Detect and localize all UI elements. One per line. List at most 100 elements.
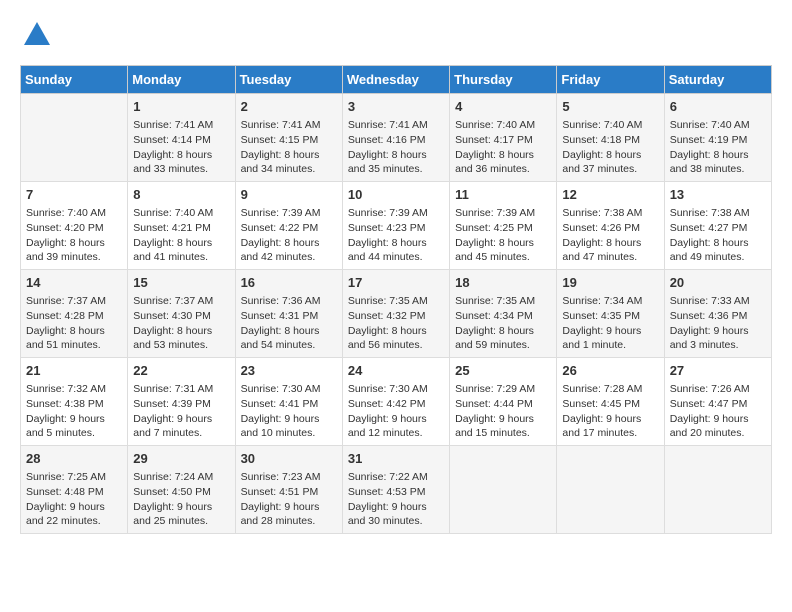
calendar-cell-w0-d0	[21, 94, 128, 182]
day-info: Sunrise: 7:40 AM Sunset: 4:19 PM Dayligh…	[670, 118, 766, 177]
day-info: Sunrise: 7:35 AM Sunset: 4:32 PM Dayligh…	[348, 294, 444, 353]
day-number: 19	[562, 274, 658, 292]
calendar-cell-w3-d1: 22 Sunrise: 7:31 AM Sunset: 4:39 PM Dayli…	[128, 358, 235, 446]
day-info: Sunrise: 7:39 AM Sunset: 4:22 PM Dayligh…	[241, 206, 337, 265]
calendar-cell-w2-d1: 15Sunrise: 7:37 AM Sunset: 4:30 PM Dayli…	[128, 270, 235, 358]
day-info: Sunrise: 7:40 AM Sunset: 4:20 PM Dayligh…	[26, 206, 122, 265]
calendar-cell-w2-d4: 18 Sunrise: 7:35 AM Sunset: 4:34 PM Dayli…	[450, 270, 557, 358]
day-number: 3	[348, 98, 444, 116]
calendar-cell-w1-d4: 11 Sunrise: 7:39 AM Sunset: 4:25 PM Dayli…	[450, 182, 557, 270]
day-number: 4	[455, 98, 551, 116]
calendar-cell-w2-d6: 20 Sunrise: 7:33 AM Sunset: 4:36 PM Dayli…	[664, 270, 771, 358]
day-number: 20	[670, 274, 766, 292]
day-header-friday: Friday	[557, 66, 664, 94]
day-info: Sunrise: 7:39 AM Sunset: 4:23 PM Dayligh…	[348, 206, 444, 265]
day-number: 22	[133, 362, 229, 380]
calendar-cell-w1-d1: 8 Sunrise: 7:40 AM Sunset: 4:21 PM Daylig…	[128, 182, 235, 270]
day-number: 9	[241, 186, 337, 204]
calendar-cell-w3-d2: 23Sunrise: 7:30 AM Sunset: 4:41 PM Dayli…	[235, 358, 342, 446]
day-info: Sunrise: 7:31 AM Sunset: 4:39 PM Dayligh…	[133, 382, 229, 441]
calendar-cell-w4-d6	[664, 445, 771, 533]
day-info: Sunrise: 7:30 AM Sunset: 4:42 PM Dayligh…	[348, 382, 444, 441]
day-number: 14	[26, 274, 122, 292]
day-number: 11	[455, 186, 551, 204]
calendar-cell-w2-d0: 14 Sunrise: 7:37 AM Sunset: 4:28 PM Dayli…	[21, 270, 128, 358]
day-number: 6	[670, 98, 766, 116]
day-info: Sunrise: 7:29 AM Sunset: 4:44 PM Dayligh…	[455, 382, 551, 441]
calendar-cell-w1-d5: 12 Sunrise: 7:38 AM Sunset: 4:26 PM Dayli…	[557, 182, 664, 270]
day-info: Sunrise: 7:24 AM Sunset: 4:50 PM Dayligh…	[133, 470, 229, 529]
calendar-cell-w1-d0: 7 Sunrise: 7:40 AM Sunset: 4:20 PM Daylig…	[21, 182, 128, 270]
calendar-cell-w4-d2: 30 Sunrise: 7:23 AM Sunset: 4:51 PM Dayli…	[235, 445, 342, 533]
day-info: Sunrise: 7:41 AM Sunset: 4:14 PM Dayligh…	[133, 118, 229, 177]
calendar-cell-w4-d3: 31 Sunrise: 7:22 AM Sunset: 4:53 PM Dayli…	[342, 445, 449, 533]
day-number: 13	[670, 186, 766, 204]
day-info: Sunrise: 7:37 AM Sunset: 4:28 PM Dayligh…	[26, 294, 122, 353]
day-number: 8	[133, 186, 229, 204]
calendar-table: SundayMondayTuesdayWednesdayThursdayFrid…	[20, 65, 772, 534]
day-number: 10	[348, 186, 444, 204]
day-info: Sunrise: 7:26 AM Sunset: 4:47 PM Dayligh…	[670, 382, 766, 441]
day-number: 25	[455, 362, 551, 380]
day-number: 28	[26, 450, 122, 468]
day-header-thursday: Thursday	[450, 66, 557, 94]
day-info: Sunrise: 7:38 AM Sunset: 4:26 PM Dayligh…	[562, 206, 658, 265]
day-info: Sunrise: 7:32 AM Sunset: 4:38 PM Dayligh…	[26, 382, 122, 441]
day-number: 16	[241, 274, 337, 292]
day-number: 24	[348, 362, 444, 380]
day-info: Sunrise: 7:35 AM Sunset: 4:34 PM Dayligh…	[455, 294, 551, 353]
calendar-cell-w4-d1: 29 Sunrise: 7:24 AM Sunset: 4:50 PM Dayli…	[128, 445, 235, 533]
day-number: 1	[133, 98, 229, 116]
calendar-cell-w1-d3: 10 Sunrise: 7:39 AM Sunset: 4:23 PM Dayli…	[342, 182, 449, 270]
day-number: 27	[670, 362, 766, 380]
day-header-wednesday: Wednesday	[342, 66, 449, 94]
day-info: Sunrise: 7:23 AM Sunset: 4:51 PM Dayligh…	[241, 470, 337, 529]
calendar-cell-w2-d3: 17 Sunrise: 7:35 AM Sunset: 4:32 PM Dayli…	[342, 270, 449, 358]
day-info: Sunrise: 7:28 AM Sunset: 4:45 PM Dayligh…	[562, 382, 658, 441]
calendar-cell-w2-d2: 16 Sunrise: 7:36 AM Sunset: 4:31 PM Dayli…	[235, 270, 342, 358]
logo-icon	[22, 20, 52, 50]
day-info: Sunrise: 7:40 AM Sunset: 4:17 PM Dayligh…	[455, 118, 551, 177]
day-number: 15	[133, 274, 229, 292]
day-info: Sunrise: 7:41 AM Sunset: 4:16 PM Dayligh…	[348, 118, 444, 177]
day-number: 21	[26, 362, 122, 380]
day-header-tuesday: Tuesday	[235, 66, 342, 94]
calendar-cell-w2-d5: 19Sunrise: 7:34 AM Sunset: 4:35 PM Dayli…	[557, 270, 664, 358]
day-number: 18	[455, 274, 551, 292]
day-number: 31	[348, 450, 444, 468]
calendar-cell-w3-d6: 27 Sunrise: 7:26 AM Sunset: 4:47 PM Dayli…	[664, 358, 771, 446]
day-info: Sunrise: 7:40 AM Sunset: 4:21 PM Dayligh…	[133, 206, 229, 265]
calendar-cell-w3-d0: 21 Sunrise: 7:32 AM Sunset: 4:38 PM Dayli…	[21, 358, 128, 446]
calendar-cell-w4-d0: 28Sunrise: 7:25 AM Sunset: 4:48 PM Dayli…	[21, 445, 128, 533]
day-info: Sunrise: 7:41 AM Sunset: 4:15 PM Dayligh…	[241, 118, 337, 177]
day-info: Sunrise: 7:33 AM Sunset: 4:36 PM Dayligh…	[670, 294, 766, 353]
day-number: 29	[133, 450, 229, 468]
day-info: Sunrise: 7:30 AM Sunset: 4:41 PM Dayligh…	[241, 382, 337, 441]
day-number: 17	[348, 274, 444, 292]
calendar-cell-w0-d6: 6 Sunrise: 7:40 AM Sunset: 4:19 PM Daylig…	[664, 94, 771, 182]
day-info: Sunrise: 7:40 AM Sunset: 4:18 PM Dayligh…	[562, 118, 658, 177]
logo	[20, 20, 52, 55]
day-number: 30	[241, 450, 337, 468]
day-info: Sunrise: 7:22 AM Sunset: 4:53 PM Dayligh…	[348, 470, 444, 529]
day-number: 7	[26, 186, 122, 204]
calendar-cell-w4-d5	[557, 445, 664, 533]
calendar-cell-w3-d4: 25 Sunrise: 7:29 AM Sunset: 4:44 PM Dayli…	[450, 358, 557, 446]
day-number: 5	[562, 98, 658, 116]
day-number: 12	[562, 186, 658, 204]
calendar-cell-w0-d2: 2 Sunrise: 7:41 AM Sunset: 4:15 PM Daylig…	[235, 94, 342, 182]
day-header-saturday: Saturday	[664, 66, 771, 94]
calendar-cell-w3-d5: 26 Sunrise: 7:28 AM Sunset: 4:45 PM Dayli…	[557, 358, 664, 446]
day-number: 2	[241, 98, 337, 116]
calendar-cell-w0-d4: 4 Sunrise: 7:40 AM Sunset: 4:17 PM Daylig…	[450, 94, 557, 182]
calendar-cell-w3-d3: 24 Sunrise: 7:30 AM Sunset: 4:42 PM Dayli…	[342, 358, 449, 446]
calendar-cell-w1-d2: 9 Sunrise: 7:39 AM Sunset: 4:22 PM Daylig…	[235, 182, 342, 270]
day-number: 26	[562, 362, 658, 380]
day-header-sunday: Sunday	[21, 66, 128, 94]
day-header-monday: Monday	[128, 66, 235, 94]
day-info: Sunrise: 7:39 AM Sunset: 4:25 PM Dayligh…	[455, 206, 551, 265]
day-info: Sunrise: 7:36 AM Sunset: 4:31 PM Dayligh…	[241, 294, 337, 353]
calendar-cell-w0-d3: 3 Sunrise: 7:41 AM Sunset: 4:16 PM Daylig…	[342, 94, 449, 182]
calendar-cell-w0-d1: 1 Sunrise: 7:41 AM Sunset: 4:14 PM Daylig…	[128, 94, 235, 182]
calendar-cell-w1-d6: 13Sunrise: 7:38 AM Sunset: 4:27 PM Dayli…	[664, 182, 771, 270]
